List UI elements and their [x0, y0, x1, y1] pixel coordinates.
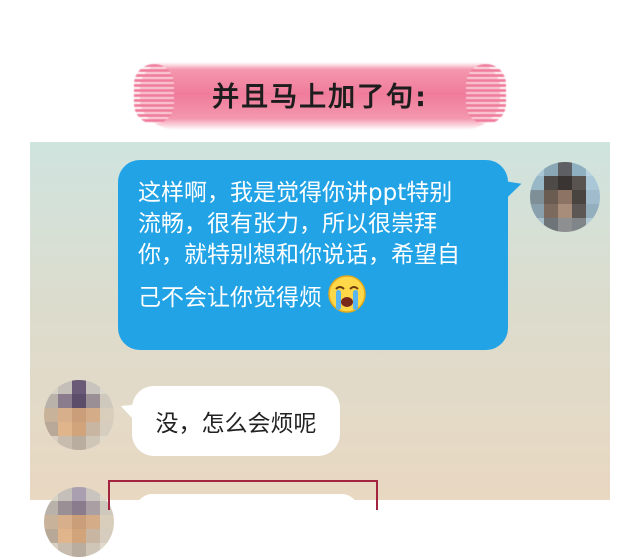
caption-banner: 并且马上加了句: [134, 58, 506, 130]
caption-text: 并且马上加了句: [212, 81, 428, 113]
crying-face-icon [326, 272, 368, 314]
received-message-bubble[interactable]: 没，怎么会烦呢 [132, 386, 340, 456]
contact-avatar[interactable] [44, 380, 114, 450]
received-message-bubble-partial[interactable] [136, 494, 358, 514]
sent-message-line: 这样啊，我是觉得你讲ppt特别 [138, 180, 453, 206]
contact-avatar[interactable] [44, 487, 114, 557]
self-avatar[interactable] [530, 162, 600, 232]
sent-message-last-row: 己不会让你觉得烦 [138, 274, 488, 314]
sent-message-bubble[interactable]: 这样啊，我是觉得你讲ppt特别 流畅，很有张力，所以很崇拜 你，就特别想和你说话… [118, 160, 508, 350]
sent-message-line: 己不会让你觉得烦 [138, 285, 322, 311]
received-message-text: 没，怎么会烦呢 [155, 411, 317, 437]
sent-message-line: 你，就特别想和你说话，希望自 [138, 242, 460, 268]
chat-screenshot: 这样啊，我是觉得你讲ppt特别 流畅，很有张力，所以很崇拜 你，就特别想和你说话… [30, 142, 610, 557]
sent-message-line: 流畅，很有张力，所以很崇拜 [138, 211, 437, 237]
